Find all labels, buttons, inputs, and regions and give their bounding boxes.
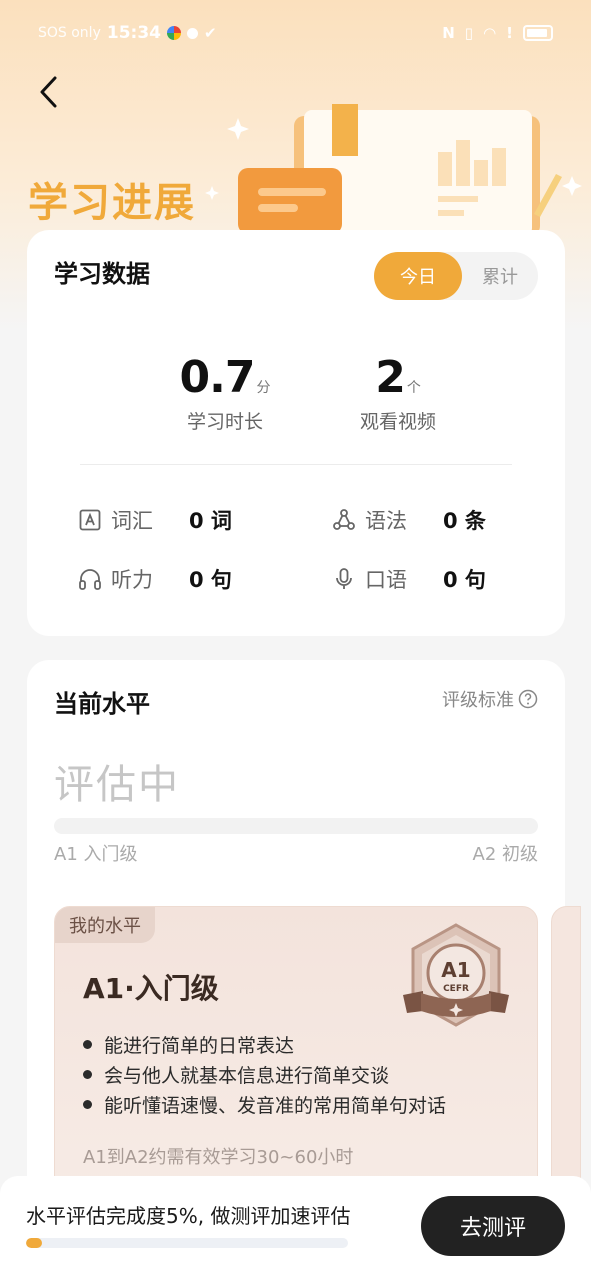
check-icon: ✔ <box>203 24 217 42</box>
chart-bar <box>474 160 488 186</box>
tab-cumulative[interactable]: 累计 <box>462 252 538 300</box>
duration-note: A1到A2约需有效学习30~60小时 <box>83 1147 354 1168</box>
carrier-text: SOS only <box>38 25 101 41</box>
list-item: 能进行简单的日常表达 <box>83 1029 446 1059</box>
back-button[interactable] <box>28 70 68 114</box>
nfc-icon: N <box>442 24 455 42</box>
status-right: N ▯ ◠ ! <box>442 24 553 42</box>
sparkle-icon-small <box>205 186 219 200</box>
status-bar: SOS only 15:34 ✔ N ▯ ◠ ! <box>0 0 591 66</box>
badge-cefr-text: CEFR <box>443 984 469 994</box>
sparkle-icon-right <box>562 176 582 196</box>
metric-listening: 听力 0 句 <box>77 564 232 594</box>
my-level-tag: 我的水平 <box>55 907 155 943</box>
metric-speaking: 口语 0 句 <box>331 564 486 594</box>
metric-name: 词汇 <box>111 509 153 533</box>
app-notification-icon <box>166 26 181 40</box>
chart-bar <box>492 148 506 186</box>
videos-watched-value: 2 <box>375 352 406 403</box>
assessment-completion-text: 水平评估完成度5%, 做测评加速评估 <box>26 1204 351 1228</box>
bottom-bar: 水平评估完成度5%, 做测评加速评估 去测评 <box>0 1176 591 1280</box>
status-left: SOS only 15:34 ✔ <box>38 23 217 43</box>
sparkle-icon <box>227 118 249 140</box>
rating-standard-label: 评级标准 <box>442 690 514 711</box>
divider <box>80 464 512 465</box>
metric-name: 口语 <box>365 568 407 592</box>
level-description-list: 能进行简单的日常表达 会与他人就基本信息进行简单交谈 能听懂语速慢、发音准的常用… <box>83 1029 446 1119</box>
study-data-title: 学习数据 <box>54 260 150 288</box>
rating-standard-link[interactable]: 评级标准 <box>442 686 538 712</box>
current-level-card: 当前水平 评级标准 评估中 A1 入门级 A2 初级 我的水平 A1·入门级 A… <box>27 660 581 1226</box>
headphones-icon <box>77 566 103 592</box>
study-time-label: 学习时长 <box>186 411 263 433</box>
assessment-progress-fill <box>26 1238 43 1248</box>
study-time-stat: 0.7 分 学习时长 <box>125 352 325 434</box>
vibrate-icon: ▯ <box>464 24 474 42</box>
level-name: A1·入门级 <box>83 972 219 1005</box>
study-data-card: 学习数据 今日 累计 0.7 分 学习时长 2个 观看视频 词汇 0 词 语法 0… <box>27 230 565 636</box>
videos-watched-stat: 2个 观看视频 <box>298 352 498 434</box>
study-time-value: 0.7 <box>179 352 256 403</box>
badge-level-text: A1 <box>441 958 470 982</box>
grammar-icon <box>331 507 357 533</box>
metric-name: 听力 <box>111 568 153 592</box>
page-title: 学习进展 <box>28 180 196 226</box>
metric-grammar: 语法 0 条 <box>331 505 486 535</box>
bookmark <box>332 104 358 156</box>
wifi-icon: ◠ <box>483 24 497 42</box>
current-level-title: 当前水平 <box>54 690 150 718</box>
clock: 15:34 <box>106 23 161 43</box>
metric-value: 0 句 <box>189 568 232 592</box>
notebook-line <box>258 204 298 212</box>
tab-today[interactable]: 今日 <box>374 252 462 300</box>
metric-value: 0 条 <box>443 509 486 533</box>
notebook-line <box>258 188 326 196</box>
metric-value: 0 句 <box>443 568 486 592</box>
notebook <box>238 168 342 234</box>
study-illustration <box>205 104 582 236</box>
period-toggle: 今日 累计 <box>374 252 538 300</box>
videos-watched-label: 观看视频 <box>359 411 436 433</box>
help-icon <box>518 689 538 709</box>
evaluation-status: 评估中 <box>54 762 180 808</box>
level-range-start: A1 入门级 <box>54 844 138 865</box>
level-range-end: A2 初级 <box>472 844 539 865</box>
level-progress-track <box>54 818 538 834</box>
text-line <box>438 196 478 202</box>
chart-bar <box>456 140 470 186</box>
metric-value: 0 词 <box>189 509 232 533</box>
metric-name: 语法 <box>365 509 407 533</box>
list-item: 能听懂语速慢、发音准的常用简单句对话 <box>83 1089 446 1119</box>
alert-icon: ! <box>506 24 513 42</box>
vocabulary-icon <box>77 507 103 533</box>
chart-bar <box>438 152 452 186</box>
metric-vocabulary: 词汇 0 词 <box>77 505 232 535</box>
videos-watched-unit: 个 <box>406 380 421 396</box>
microphone-icon <box>331 566 357 592</box>
take-test-button[interactable]: 去测评 <box>421 1196 565 1256</box>
text-line <box>438 210 464 216</box>
assessment-progress-track <box>26 1238 348 1248</box>
chevron-left-icon <box>40 76 57 108</box>
study-time-unit: 分 <box>256 380 271 396</box>
notification-dot-icon <box>186 27 198 39</box>
battery-icon <box>523 25 553 41</box>
cefr-badge-icon: A1 CEFR <box>403 923 509 1027</box>
list-item: 会与他人就基本信息进行简单交谈 <box>83 1059 446 1089</box>
